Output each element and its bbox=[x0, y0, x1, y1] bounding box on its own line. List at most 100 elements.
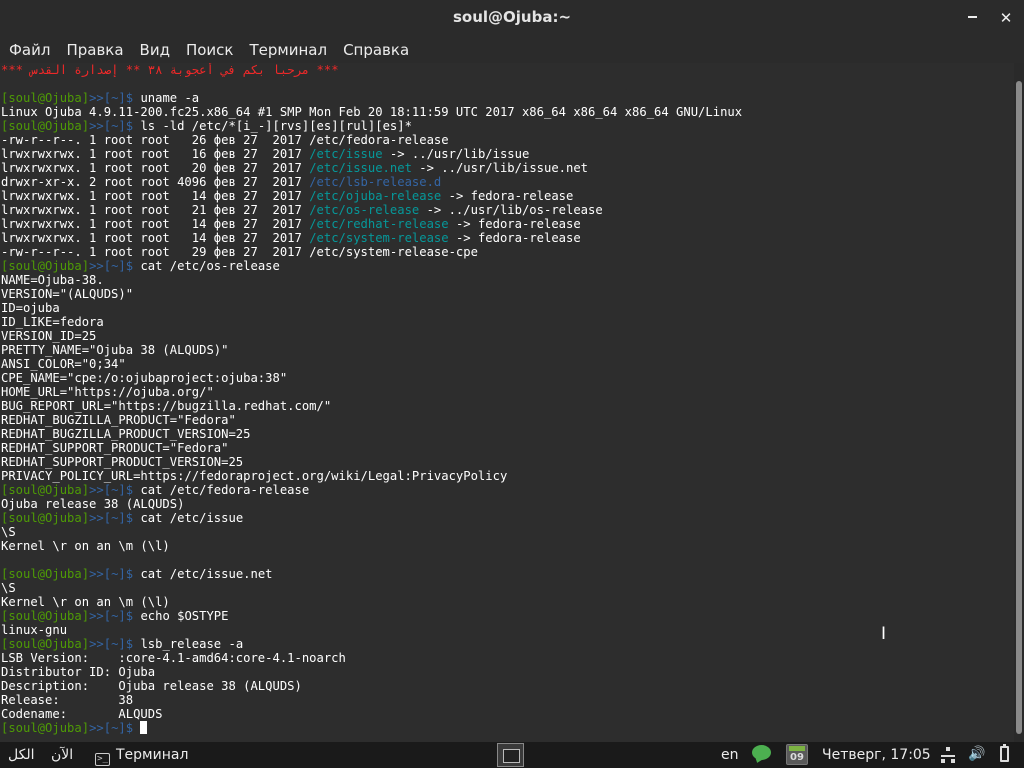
scrollbar-thumb[interactable] bbox=[1016, 81, 1022, 734]
menu-terminal[interactable]: Терминал bbox=[244, 41, 332, 59]
output-text: REDHAT_BUGZILLA_PRODUCT="Fedora" bbox=[1, 413, 236, 427]
ls-filename: /etc/system-release bbox=[309, 231, 449, 245]
ls-meta: lrwxrwxrwx. 1 root root 14 фев 27 2017 bbox=[1, 189, 310, 203]
menu-search[interactable]: Поиск bbox=[181, 41, 239, 59]
terminal-line: linux-gnu bbox=[0, 623, 1014, 637]
terminal-line: [soul@Ojuba]>>[~]$ lsb_release -a bbox=[0, 637, 1014, 651]
terminal-line: drwxr-xr-x. 2 root root 4096 фев 27 2017… bbox=[0, 175, 1014, 189]
terminal-line: lrwxrwxrwx. 1 root root 14 фев 27 2017 /… bbox=[0, 231, 1014, 245]
prompt-path: >>[~]$ bbox=[89, 91, 141, 105]
terminal-line: BUG_REPORT_URL="https://bugzilla.redhat.… bbox=[0, 399, 1014, 413]
output-text: NAME=Ojuba-38. bbox=[1, 273, 104, 287]
terminal-line: VERSION_ID=25 bbox=[0, 329, 1014, 343]
command-text: lsb_release -a bbox=[140, 637, 244, 651]
output-text: CPE_NAME="cpe:/o:ojubaproject:ojuba:38" bbox=[1, 371, 288, 385]
ls-meta: lrwxrwxrwx. 1 root root 14 фев 27 2017 bbox=[1, 231, 310, 245]
banner-text: *** مرحبا بكم في أعجوبة ٣٨ ** إصدارة الق… bbox=[1, 63, 339, 77]
ls-meta: -rw-r--r--. 1 root root 29 фев 27 2017 bbox=[1, 245, 310, 259]
terminal-line: lrwxrwxrwx. 1 root root 21 фев 27 2017 /… bbox=[0, 203, 1014, 217]
ls-link-target: -> ../usr/lib/os-release bbox=[419, 203, 603, 217]
taskbar: الكل الآن >_ Терминал en 09 Четверг, 17:0… bbox=[0, 742, 1024, 768]
terminal-line: VERSION="(ALQUDS)" bbox=[0, 287, 1014, 301]
prompt-path: >>[~]$ bbox=[89, 609, 141, 623]
terminal-line: Kernel \r on an \m (\l) bbox=[0, 595, 1014, 609]
output-text: \S bbox=[1, 581, 16, 595]
terminal-line: lrwxrwxrwx. 1 root root 14 фев 27 2017 /… bbox=[0, 189, 1014, 203]
prompt-user: [soul@Ojuba] bbox=[1, 91, 90, 105]
terminal-line: [soul@Ojuba]>>[~]$ ls -ld /etc/*[i_-][rv… bbox=[0, 119, 1014, 133]
battery-icon[interactable] bbox=[1000, 744, 1009, 762]
ls-filename: /etc/ojuba-release bbox=[309, 189, 442, 203]
terminal-line: HOME_URL="https://ojuba.org/" bbox=[0, 385, 1014, 399]
ls-link-target: -> ../usr/lib/issue.net bbox=[411, 161, 589, 175]
terminal-line: LSB Version: :core-4.1-amd64:core-4.1-no… bbox=[0, 651, 1014, 665]
output-text: PRETTY_NAME="Ojuba 38 (ALQUDS)" bbox=[1, 343, 229, 357]
terminal-line: [soul@Ojuba]>>[~]$ echo $OSTYPE bbox=[0, 609, 1014, 623]
taskbar-now-button[interactable]: الآن bbox=[51, 746, 73, 764]
output-text: PRIVACY_POLICY_URL=https://fedoraproject… bbox=[1, 469, 508, 483]
output-text: BUG_REPORT_URL="https://bugzilla.redhat.… bbox=[1, 399, 332, 413]
terminal-line: -rw-r--r--. 1 root root 26 фев 27 2017 /… bbox=[0, 133, 1014, 147]
calendar-icon[interactable]: 09 bbox=[786, 744, 808, 765]
prompt-user: [soul@Ojuba] bbox=[1, 609, 90, 623]
command-text: cat /etc/fedora-release bbox=[140, 483, 310, 497]
clock[interactable]: Четверг, 17:05 bbox=[822, 746, 931, 764]
menu-file[interactable]: Файл bbox=[4, 41, 55, 59]
terminal-line: [soul@Ojuba]>>[~]$ cat /etc/issue.net bbox=[0, 567, 1014, 581]
terminal-line: \S bbox=[0, 581, 1014, 595]
terminal-line: [soul@Ojuba]>>[~]$ bbox=[0, 721, 1014, 735]
terminal-line: CPE_NAME="cpe:/o:ojubaproject:ojuba:38" bbox=[0, 371, 1014, 385]
terminal-line: ID=ojuba bbox=[0, 301, 1014, 315]
terminal-line: lrwxrwxrwx. 1 root root 20 фев 27 2017 /… bbox=[0, 161, 1014, 175]
output-text: Ojuba release 38 (ALQUDS) bbox=[1, 497, 185, 511]
output-text: Kernel \r on an \m (\l) bbox=[1, 539, 170, 553]
menu-edit[interactable]: Правка bbox=[61, 41, 128, 59]
menu-view[interactable]: Вид bbox=[135, 41, 175, 59]
command-text: echo $OSTYPE bbox=[140, 609, 229, 623]
terminal-line: NAME=Ojuba-38. bbox=[0, 273, 1014, 287]
menu-bar: Файл Правка Вид Поиск Терминал Справка bbox=[0, 36, 1024, 63]
output-text: VERSION="(ALQUDS)" bbox=[1, 287, 134, 301]
ls-filename: /etc/lsb-release.d bbox=[309, 175, 442, 189]
minimize-button[interactable] bbox=[960, 6, 984, 30]
taskbar-all-button[interactable]: الكل bbox=[8, 746, 35, 764]
volume-icon[interactable]: 🔊 bbox=[968, 746, 985, 762]
terminal-line: Kernel \r on an \m (\l) bbox=[0, 539, 1014, 553]
output-text: Release: 38 bbox=[1, 693, 134, 707]
terminal-scrollbar[interactable] bbox=[1014, 63, 1024, 742]
taskbar-terminal-button[interactable]: >_ Терминал bbox=[95, 746, 188, 766]
output-text: Kernel \r on an \m (\l) bbox=[1, 595, 170, 609]
terminal-line: REDHAT_BUGZILLA_PRODUCT_VERSION=25 bbox=[0, 427, 1014, 441]
ls-link-target: -> fedora-release bbox=[448, 231, 581, 245]
prompt-path: >>[~]$ bbox=[89, 721, 141, 735]
output-text: Distributor ID: Ojuba bbox=[1, 665, 156, 679]
ls-filename: /etc/os-release bbox=[309, 203, 420, 217]
terminal-line: REDHAT_SUPPORT_PRODUCT_VERSION=25 bbox=[0, 455, 1014, 469]
ls-filename: /etc/fedora-release bbox=[309, 133, 449, 147]
terminal-line: [soul@Ojuba]>>[~]$ cat /etc/fedora-relea… bbox=[0, 483, 1014, 497]
command-text: uname -a bbox=[140, 91, 200, 105]
keyboard-layout-indicator[interactable]: en bbox=[721, 746, 739, 764]
ls-meta: lrwxrwxrwx. 1 root root 21 фев 27 2017 bbox=[1, 203, 310, 217]
network-icon[interactable] bbox=[941, 747, 955, 763]
terminal-line: Codename: ALQUDS bbox=[0, 707, 1014, 721]
ls-meta: lrwxrwxrwx. 1 root root 16 фев 27 2017 bbox=[1, 147, 310, 161]
output-text: ANSI_COLOR="0;34" bbox=[1, 357, 126, 371]
terminal-line: [soul@Ojuba]>>[~]$ uname -a bbox=[0, 91, 1014, 105]
chat-icon[interactable] bbox=[752, 745, 771, 760]
prompt-path: >>[~]$ bbox=[89, 259, 141, 273]
terminal-output[interactable]: *** مرحبا بكم في أعجوبة ٣٨ ** إصدارة الق… bbox=[0, 63, 1014, 742]
ls-filename: /etc/redhat-release bbox=[309, 217, 449, 231]
close-button[interactable]: ✕ bbox=[994, 6, 1018, 30]
terminal-line: Linux Ojuba 4.9.11-200.fc25.x86_64 #1 SM… bbox=[0, 105, 1014, 119]
workspace-thumbnail[interactable] bbox=[497, 743, 524, 767]
command-text: cat /etc/issue.net bbox=[140, 567, 273, 581]
title-bar: soul@Ojuba:~ ✕ bbox=[0, 0, 1024, 36]
ls-meta: drwxr-xr-x. 2 root root 4096 фев 27 2017 bbox=[1, 175, 310, 189]
output-text: Codename: ALQUDS bbox=[1, 707, 163, 721]
ls-meta: -rw-r--r--. 1 root root 26 фев 27 2017 bbox=[1, 133, 310, 147]
menu-help[interactable]: Справка bbox=[338, 41, 414, 59]
output-text: Description: Ojuba release 38 (ALQUDS) bbox=[1, 679, 302, 693]
